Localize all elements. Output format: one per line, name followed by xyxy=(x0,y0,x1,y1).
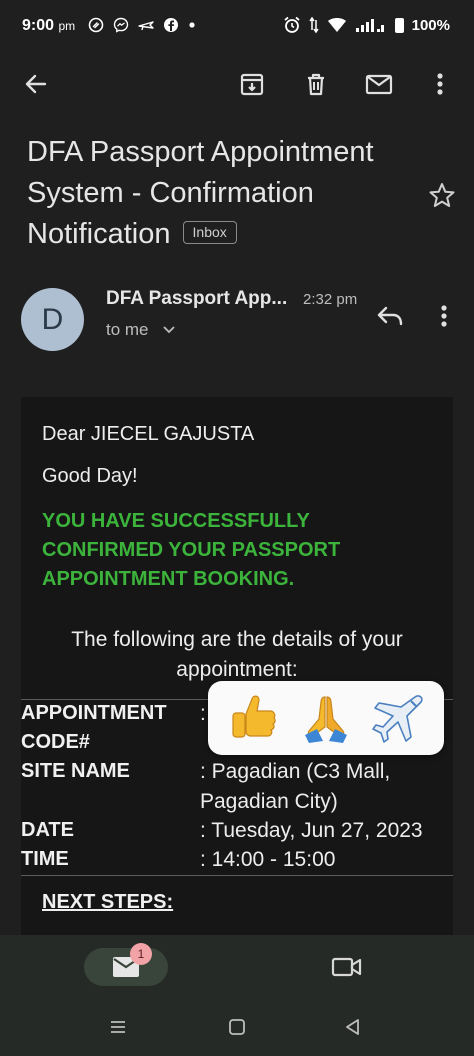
notification-icons xyxy=(88,17,196,33)
table-divider xyxy=(21,875,453,876)
inbox-label-chip[interactable]: Inbox xyxy=(182,221,237,244)
thumbs-up-icon xyxy=(231,695,276,738)
next-steps-heading: NEXT STEPS: xyxy=(42,891,174,913)
date-value: : Tuesday, Jun 27, 2023 xyxy=(200,819,423,842)
time-value: : 14:00 - 15:00 xyxy=(200,848,336,871)
site-name-label: SITE NAME xyxy=(21,760,130,782)
data-arrows-icon xyxy=(309,16,319,34)
battery-percent: 100% xyxy=(411,16,450,34)
folded-hands-icon xyxy=(305,696,347,743)
home-icon xyxy=(229,1019,245,1035)
greeting: Dear JIECEL GAJUSTA xyxy=(42,423,255,445)
delete-button[interactable] xyxy=(300,68,332,100)
unread-count-badge: 1 xyxy=(130,943,152,965)
alarm-icon xyxy=(284,16,300,33)
sender-header: D DFA Passport App... 2:32 pm to me xyxy=(0,280,474,360)
arrow-left-icon xyxy=(25,74,47,94)
email-body: Dear JIECEL GAJUSTA Good Day! YOU HAVE S… xyxy=(21,397,453,937)
success-message: YOU HAVE SUCCESSFULLY CONFIRMED YOUR PAS… xyxy=(42,510,341,590)
recipient-details-toggle[interactable]: to me xyxy=(106,320,175,340)
back-button[interactable] xyxy=(20,68,52,100)
message-more-button[interactable] xyxy=(430,300,458,332)
email-toolbar xyxy=(0,56,474,112)
facebook-icon xyxy=(164,18,178,32)
plane-notify-icon xyxy=(138,21,154,31)
reply-icon xyxy=(377,306,403,326)
star-button[interactable] xyxy=(426,180,458,212)
status-time-value: 9:00 xyxy=(22,17,55,34)
wifi-icon xyxy=(327,18,346,32)
video-camera-icon xyxy=(331,957,362,977)
archive-button[interactable] xyxy=(236,68,268,100)
airplane-icon xyxy=(371,695,423,743)
more-vert-icon xyxy=(441,305,447,327)
mail-tab[interactable] xyxy=(84,948,168,986)
meet-tab[interactable] xyxy=(330,953,364,981)
status-time: 9:00 pm xyxy=(22,17,75,35)
appointment-code-label: APPOINTMENT CODE# xyxy=(21,702,167,753)
recipient-text: to me xyxy=(106,320,149,339)
chevron-down-icon xyxy=(163,326,175,334)
star-icon xyxy=(429,183,455,207)
more-vert-icon xyxy=(437,73,443,95)
home-button[interactable] xyxy=(227,1017,247,1037)
mark-unread-button[interactable] xyxy=(363,68,395,100)
dot-icon xyxy=(189,22,195,28)
system-status-icons: 100% xyxy=(283,16,450,34)
more-options-button[interactable] xyxy=(424,68,456,100)
system-navigation-bar xyxy=(0,997,474,1056)
emoji-reaction-bubble[interactable] xyxy=(208,681,444,755)
email-subject: DFA Passport Appointment System - Confir… xyxy=(27,132,407,255)
signal-icon xyxy=(355,19,384,32)
email-time: 2:32 pm xyxy=(303,291,358,308)
recents-icon xyxy=(111,1021,125,1033)
shazam-icon xyxy=(88,17,104,33)
system-back-button[interactable] xyxy=(343,1017,363,1037)
triangle-back-icon xyxy=(346,1019,359,1035)
battery-icon xyxy=(394,17,404,33)
details-intro: The following are the details of your ap… xyxy=(71,628,403,681)
bottom-navigation: 1 xyxy=(0,935,474,997)
status-ampm: pm xyxy=(58,19,76,33)
date-label: DATE xyxy=(21,819,74,841)
recents-button[interactable] xyxy=(108,1017,128,1037)
site-name-value: : Pagadian (C3 Mall, Pagadian City) xyxy=(200,760,391,813)
status-bar: 9:00 pm 100% xyxy=(0,0,474,52)
archive-icon xyxy=(240,73,264,96)
trash-icon xyxy=(308,73,324,96)
messenger-icon xyxy=(113,17,129,33)
envelope-icon xyxy=(365,74,393,95)
time-label: TIME xyxy=(21,848,69,870)
sender-avatar[interactable]: D xyxy=(21,288,84,351)
sender-name[interactable]: DFA Passport App... xyxy=(106,288,287,310)
reply-button[interactable] xyxy=(374,300,406,332)
good-day-text: Good Day! xyxy=(42,465,138,487)
